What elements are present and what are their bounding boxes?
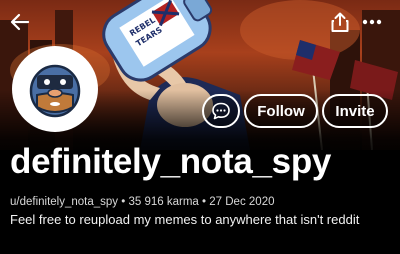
chat-bubble-icon — [212, 102, 230, 120]
snoo-avatar-image — [29, 64, 81, 118]
follow-button[interactable]: Follow — [244, 94, 318, 128]
invite-button[interactable]: Invite — [322, 94, 388, 128]
more-horizontal-icon — [362, 19, 382, 25]
avatar[interactable] — [12, 46, 98, 132]
share-button[interactable] — [326, 8, 354, 36]
profile-username: definitely_nota_spy — [10, 142, 332, 181]
profile-meta: u/definitely_nota_spy • 35 916 karma • 2… — [10, 196, 274, 208]
chat-button[interactable] — [202, 94, 240, 128]
back-button[interactable] — [6, 8, 34, 36]
more-options-button[interactable] — [358, 8, 386, 36]
profile-handle: u/definitely_nota_spy — [10, 196, 119, 208]
karma-count: 35 916 karma — [128, 196, 199, 208]
meta-separator: • — [202, 196, 207, 208]
profile-bio: Feel free to reupload my memes to anywhe… — [10, 212, 360, 227]
share-icon — [331, 12, 349, 32]
arrow-left-icon — [10, 13, 30, 31]
cake-day: 27 Dec 2020 — [209, 196, 275, 208]
meta-separator: • — [121, 196, 126, 208]
